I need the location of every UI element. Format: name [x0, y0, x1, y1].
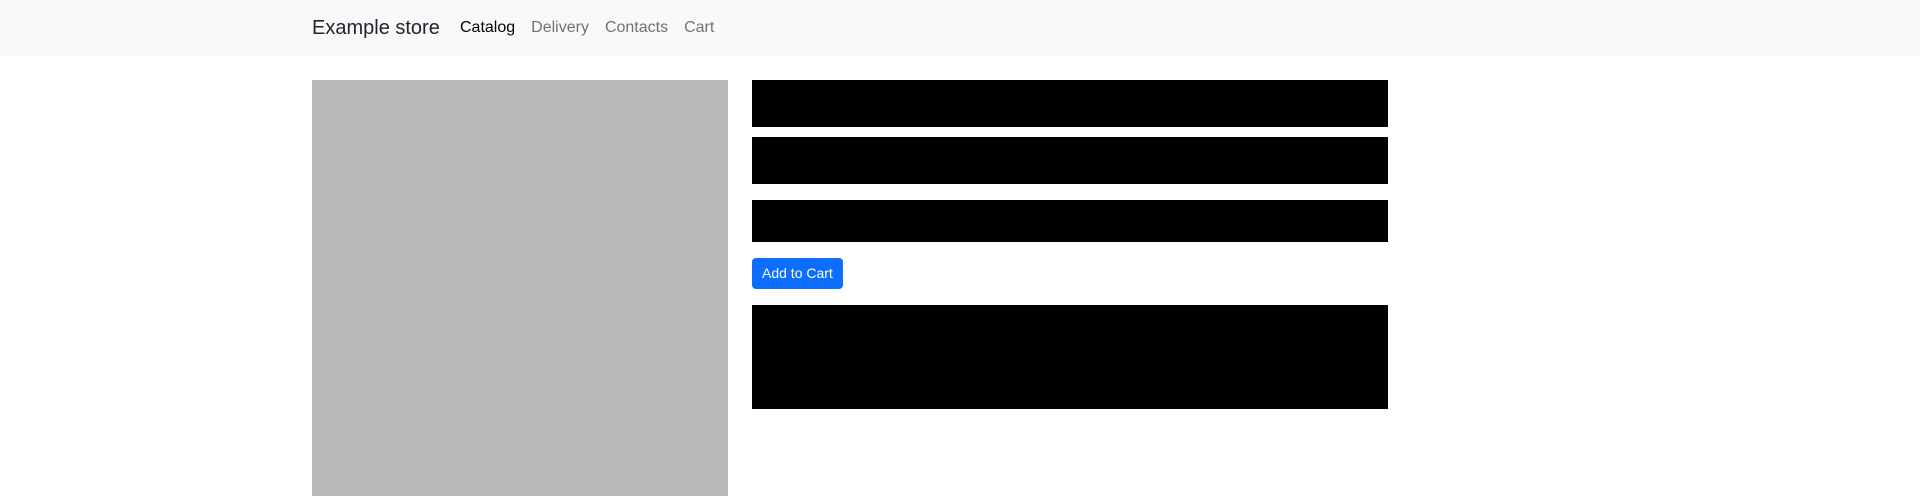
redacted-product-title-line-2: [752, 137, 1388, 184]
nav-item-delivery[interactable]: Delivery: [531, 17, 589, 39]
nav-item-contacts[interactable]: Contacts: [605, 17, 668, 39]
brand-link[interactable]: Example store: [312, 15, 440, 41]
nav-menu: Catalog Delivery Contacts Cart: [460, 17, 730, 39]
nav-item-catalog[interactable]: Catalog: [460, 17, 515, 39]
add-to-cart-button[interactable]: Add to Cart: [752, 258, 843, 289]
redacted-product-price: [752, 200, 1388, 242]
redacted-product-description: [752, 305, 1388, 409]
redacted-product-title-line-1: [752, 80, 1388, 127]
top-navbar: Example store Catalog Delivery Contacts …: [0, 0, 1920, 56]
product-image-placeholder: [312, 80, 728, 496]
nav-item-cart[interactable]: Cart: [684, 17, 714, 39]
